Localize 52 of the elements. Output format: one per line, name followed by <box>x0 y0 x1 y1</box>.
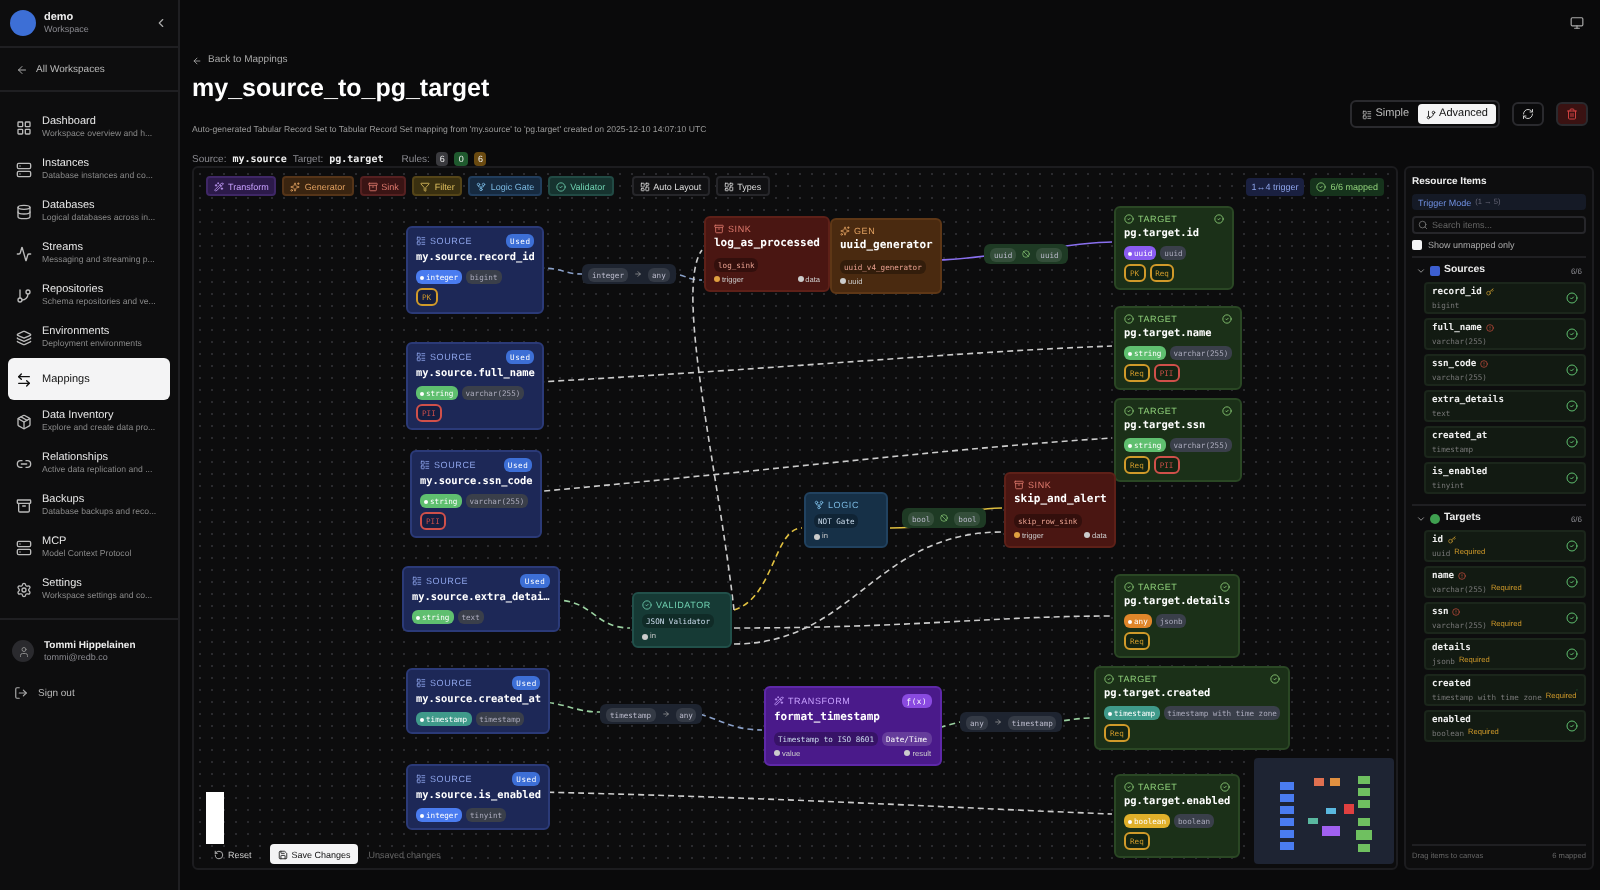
search-icon <box>1418 220 1428 230</box>
save-icon <box>277 849 288 859</box>
arrow-left-icon <box>16 63 28 75</box>
server-icon <box>16 539 32 555</box>
arrows-icon <box>16 371 32 387</box>
key-icon <box>1485 288 1494 296</box>
workspace-logo <box>10 10 36 36</box>
archive-icon <box>16 497 32 513</box>
minimap <box>1254 758 1394 864</box>
match-icon <box>940 514 949 522</box>
sparkles-icon <box>290 181 301 191</box>
circle-icon <box>1430 513 1440 523</box>
layers-icon <box>16 329 32 345</box>
layout-icon <box>639 181 650 191</box>
settings-icon <box>16 581 32 597</box>
trash-icon <box>1566 108 1578 120</box>
fork-icon <box>476 181 487 191</box>
page-title: my_source_to_pg_target <box>192 74 492 102</box>
arrow-icon <box>661 710 670 718</box>
reset-icon <box>214 849 224 859</box>
branch-icon <box>1425 109 1436 119</box>
key-icon <box>1447 536 1456 544</box>
square-icon <box>1430 265 1440 275</box>
check-icon <box>556 181 567 191</box>
user-icon <box>17 645 29 657</box>
alert-icon <box>1485 324 1494 332</box>
layout-icon <box>723 181 734 191</box>
refresh-button[interactable] <box>1512 102 1544 126</box>
alert-icon <box>1452 608 1461 616</box>
arrow-icon <box>993 718 1002 726</box>
branch-icon <box>16 287 32 303</box>
monitor-icon[interactable] <box>1570 16 1584 30</box>
arrow-icon <box>634 270 643 278</box>
grid-icon <box>16 119 32 135</box>
refresh-icon <box>1522 108 1534 120</box>
alert-icon <box>1480 360 1489 368</box>
database-icon <box>16 203 32 219</box>
pulse-icon <box>16 245 32 261</box>
filter-icon <box>420 181 431 191</box>
collapse-icon[interactable] <box>154 16 168 30</box>
server-icon <box>16 161 32 177</box>
match-icon <box>1022 250 1031 258</box>
wand-icon <box>214 181 224 191</box>
package-icon <box>16 413 32 429</box>
checkbox[interactable] <box>1412 240 1422 250</box>
archive-icon <box>367 181 378 191</box>
list-icon <box>1361 109 1372 119</box>
delete-button[interactable] <box>1556 102 1588 126</box>
link-icon <box>16 455 32 471</box>
arrow-left-icon <box>192 55 202 65</box>
log-out-icon <box>14 686 28 700</box>
alert-icon <box>1458 572 1467 580</box>
